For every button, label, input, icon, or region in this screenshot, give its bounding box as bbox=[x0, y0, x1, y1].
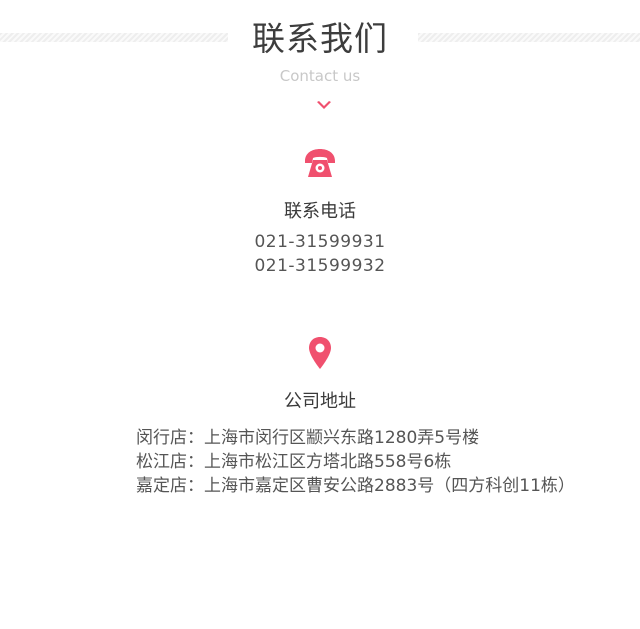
phone-list: 021-31599931 021-31599932 bbox=[0, 230, 640, 278]
phone-number-2[interactable]: 021-31599932 bbox=[0, 254, 640, 278]
company-address-section: 公司地址 闵行店：上海市闵行区颛兴东路1280弄5号楼 松江店：上海市松江区方塔… bbox=[0, 336, 640, 496]
page-subtitle: Contact us bbox=[279, 67, 361, 85]
address-title: 公司地址 bbox=[284, 391, 356, 412]
store-address-jiading: 嘉定店：上海市嘉定区曹安公路2883号（四方科创11栋） bbox=[136, 476, 575, 496]
contact-phone-section: 联系电话 021-31599931 021-31599932 bbox=[0, 146, 640, 278]
store-address-list: 闵行店：上海市闵行区颛兴东路1280弄5号楼 松江店：上海市松江区方塔北路558… bbox=[136, 426, 616, 498]
phone-number-1[interactable]: 021-31599931 bbox=[0, 230, 640, 254]
section-header: 联系我们 Contact us bbox=[0, 0, 640, 120]
page-title: 联系我们 bbox=[252, 19, 388, 58]
location-pin-icon bbox=[309, 337, 331, 369]
store-address-songjiang: 松江店：上海市松江区方塔北路558号6栋 bbox=[136, 452, 452, 472]
phone-title: 联系电话 bbox=[284, 201, 356, 222]
chevron-down-icon bbox=[317, 101, 331, 109]
telephone-icon bbox=[305, 149, 335, 177]
store-address-minhang: 闵行店：上海市闵行区颛兴东路1280弄5号楼 bbox=[136, 428, 480, 448]
